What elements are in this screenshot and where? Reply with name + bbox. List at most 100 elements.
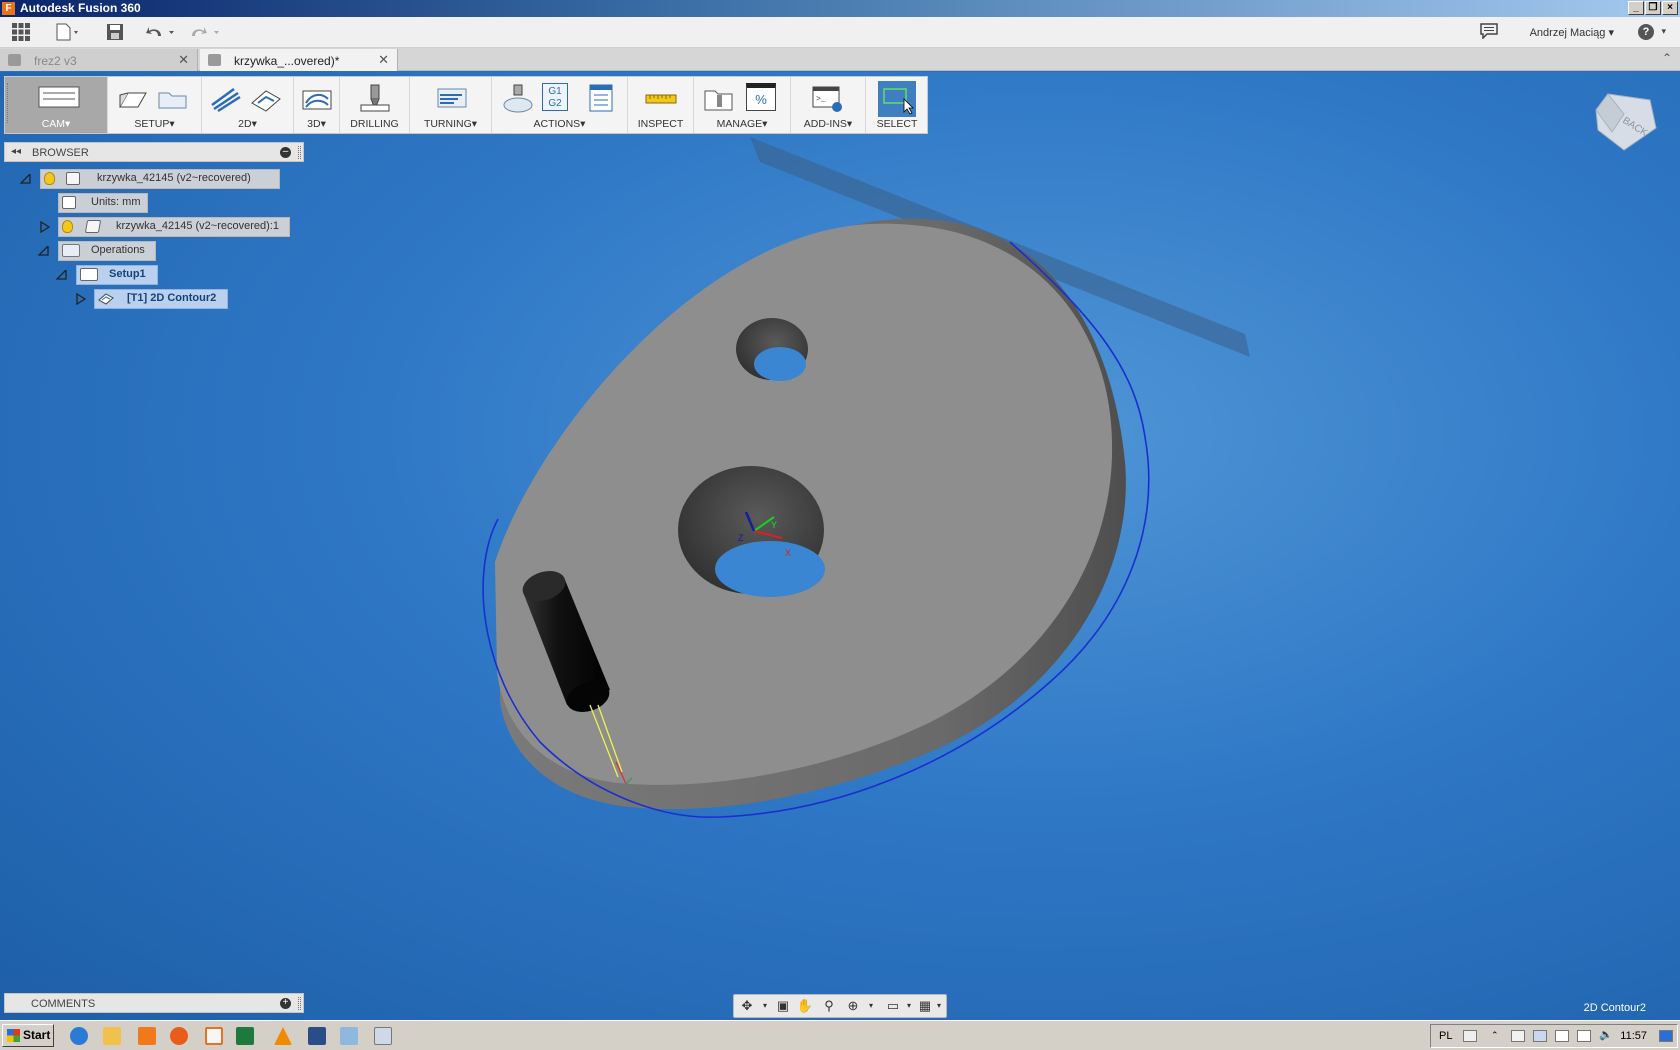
volume-icon[interactable]: 🔈 — [1599, 1030, 1613, 1042]
display-tray-icon[interactable] — [1577, 1030, 1591, 1042]
browser-minimize-icon[interactable]: – — [280, 147, 291, 158]
restore-button[interactable]: ❐ — [1645, 1, 1661, 15]
large-hole-through — [715, 541, 825, 597]
tab-krzywka[interactable]: krzywka_...overed)* ✕ — [200, 49, 398, 71]
user-account-menu[interactable]: Andrzej Maciąg ▾ — [1530, 26, 1614, 39]
orbit-dropdown-icon[interactable]: ▾ — [756, 998, 774, 1014]
network-tray-icon[interactable] — [1555, 1030, 1569, 1042]
window-app-icon[interactable] — [340, 1027, 358, 1045]
setup-group[interactable]: SETUP▾ — [108, 77, 202, 133]
close-window-button[interactable]: × — [1662, 1, 1678, 15]
visibility-bulb-icon[interactable] — [62, 220, 73, 233]
y-axis-label: Y — [771, 520, 777, 530]
view-cube[interactable]: BACK — [1590, 88, 1660, 158]
orbit-icon[interactable]: ✥ — [738, 998, 756, 1014]
turning-group[interactable]: TURNING▾ — [410, 77, 492, 133]
add-ins-group-label: ADD-INS▾ — [803, 118, 853, 130]
add-ins-group[interactable]: >_ ADD-INS▾ — [791, 77, 866, 133]
operation-label: [T1] 2D Contour2 — [127, 292, 217, 304]
virtualbox-icon[interactable] — [308, 1027, 326, 1045]
setup-group-label: SETUP▾ — [134, 118, 175, 130]
fit-dropdown-icon[interactable]: ▾ — [862, 998, 880, 1014]
pan-icon[interactable]: ✋ — [796, 998, 814, 1014]
show-desktop-icon[interactable] — [1659, 1030, 1673, 1042]
3d-strategy-icon — [302, 90, 332, 110]
actions-group[interactable]: G1 G2 ACTIONS▾ — [492, 77, 628, 133]
data-panel-grid-icon[interactable] — [12, 23, 30, 41]
visibility-bulb-icon[interactable] — [44, 172, 55, 185]
comments-expand-icon[interactable]: + — [280, 998, 291, 1009]
show-hidden-icons-icon[interactable]: ⌃ — [1491, 1030, 1505, 1042]
user-name: Andrzej Maciąg — [1529, 27, 1606, 39]
help-dropdown-chevron-icon[interactable]: ▾ — [1661, 26, 1666, 37]
select-group-label: SELECT — [876, 118, 918, 130]
collapse-triangle-icon[interactable] — [20, 174, 31, 184]
excel-icon[interactable] — [236, 1027, 254, 1045]
expand-triangle-icon[interactable] — [76, 293, 86, 305]
look-at-icon[interactable]: ▣ — [774, 998, 792, 1014]
toolbar-grip — [7, 83, 11, 123]
scripts-add-ins-icon: >_ — [812, 86, 842, 112]
operations-folder-icon — [62, 244, 80, 257]
model-canvas[interactable]: Y X Z — [0, 72, 1680, 1020]
manage-group[interactable]: % MANAGE▾ — [694, 77, 791, 133]
fit-icon[interactable]: ⊕ — [844, 998, 862, 1014]
grid-dropdown-icon[interactable]: ▾ — [930, 998, 948, 1014]
2d-group[interactable]: 2D▾ — [202, 77, 294, 133]
post-process-icon: G1 G2 — [542, 83, 568, 111]
component-node[interactable]: krzywka_42145 (v2~recovered):1 — [38, 217, 290, 237]
start-button[interactable]: Start — [2, 1024, 54, 1047]
tool-library-icon — [704, 90, 733, 111]
collapse-triangle-icon[interactable] — [56, 270, 67, 280]
windows-tray-icon[interactable] — [1533, 1030, 1547, 1042]
inspect-group[interactable]: INSPECT — [628, 77, 694, 133]
explorer-folder-icon[interactable] — [103, 1027, 121, 1045]
keyboard-tray-icon[interactable] — [1463, 1030, 1477, 1042]
file-menu-icon[interactable] — [56, 23, 82, 46]
network-app-icon[interactable] — [374, 1027, 392, 1045]
operation-node[interactable]: [T1] 2D Contour2 — [74, 289, 228, 309]
close-tab-icon[interactable]: ✕ — [178, 52, 189, 68]
cam-workspace-icon — [38, 86, 80, 108]
inspect-group-label: INSPECT — [637, 118, 684, 130]
system-clock[interactable]: 11:57 — [1620, 1030, 1647, 1042]
save-icon[interactable] — [106, 23, 124, 46]
help-icon[interactable]: ? — [1638, 24, 1654, 40]
turning-icon — [437, 88, 467, 108]
actions-group-label: ACTIONS▾ — [533, 118, 586, 130]
collapse-tabs-chevron-icon[interactable]: ⌃ — [1662, 51, 1672, 65]
undo-icon[interactable] — [145, 23, 179, 46]
vlc-icon[interactable] — [274, 1027, 292, 1045]
collapse-browser-icon[interactable]: ◂◂ — [11, 146, 21, 157]
select-group[interactable]: SELECT — [866, 77, 928, 133]
redo-icon[interactable] — [190, 23, 224, 46]
language-indicator[interactable]: PL — [1439, 1030, 1452, 1042]
comments-panel-header[interactable]: COMMENTS + — [4, 993, 304, 1013]
drilling-group[interactable]: DRILLING — [340, 77, 410, 133]
zoom-icon[interactable]: ⚲ — [820, 998, 838, 1014]
units-node[interactable]: Units: mm — [58, 193, 148, 213]
expand-triangle-icon[interactable] — [40, 221, 50, 233]
security-alert-icon[interactable] — [1511, 1030, 1525, 1042]
minimize-button[interactable]: _ — [1628, 1, 1644, 15]
firefox-icon[interactable] — [170, 1027, 188, 1045]
collapse-triangle-icon[interactable] — [38, 246, 49, 256]
operations-node[interactable]: Operations — [38, 241, 158, 261]
comment-notification-icon[interactable] — [1480, 23, 1498, 44]
panel-grip[interactable] — [298, 146, 301, 159]
media-player-icon[interactable] — [138, 1027, 156, 1045]
close-tab-icon[interactable]: ✕ — [378, 52, 389, 68]
panel-grip[interactable] — [298, 997, 301, 1010]
setup-node[interactable]: Setup1 — [56, 265, 160, 285]
folder-setup-icon — [158, 92, 187, 109]
comments-title: COMMENTS — [31, 998, 96, 1010]
tree-root-node[interactable]: krzywka_42145 (v2~recovered) — [20, 169, 280, 189]
3d-group[interactable]: 3D▾ — [294, 77, 340, 133]
workspace-switcher[interactable]: CAM▾ — [5, 77, 108, 133]
internet-explorer-icon[interactable] — [70, 1027, 88, 1045]
tab-frez2[interactable]: frez2 v3 ✕ — [0, 49, 198, 71]
3d-viewport[interactable]: Y X Z BACK CAM▾ SETUP▾ 2D▾ 3D▾ DRILLING … — [0, 72, 1680, 1020]
measure-icon — [645, 94, 677, 104]
browser-panel-header[interactable]: ◂◂ BROWSER – — [4, 142, 304, 162]
fusion-taskbar-icon[interactable] — [205, 1027, 223, 1045]
